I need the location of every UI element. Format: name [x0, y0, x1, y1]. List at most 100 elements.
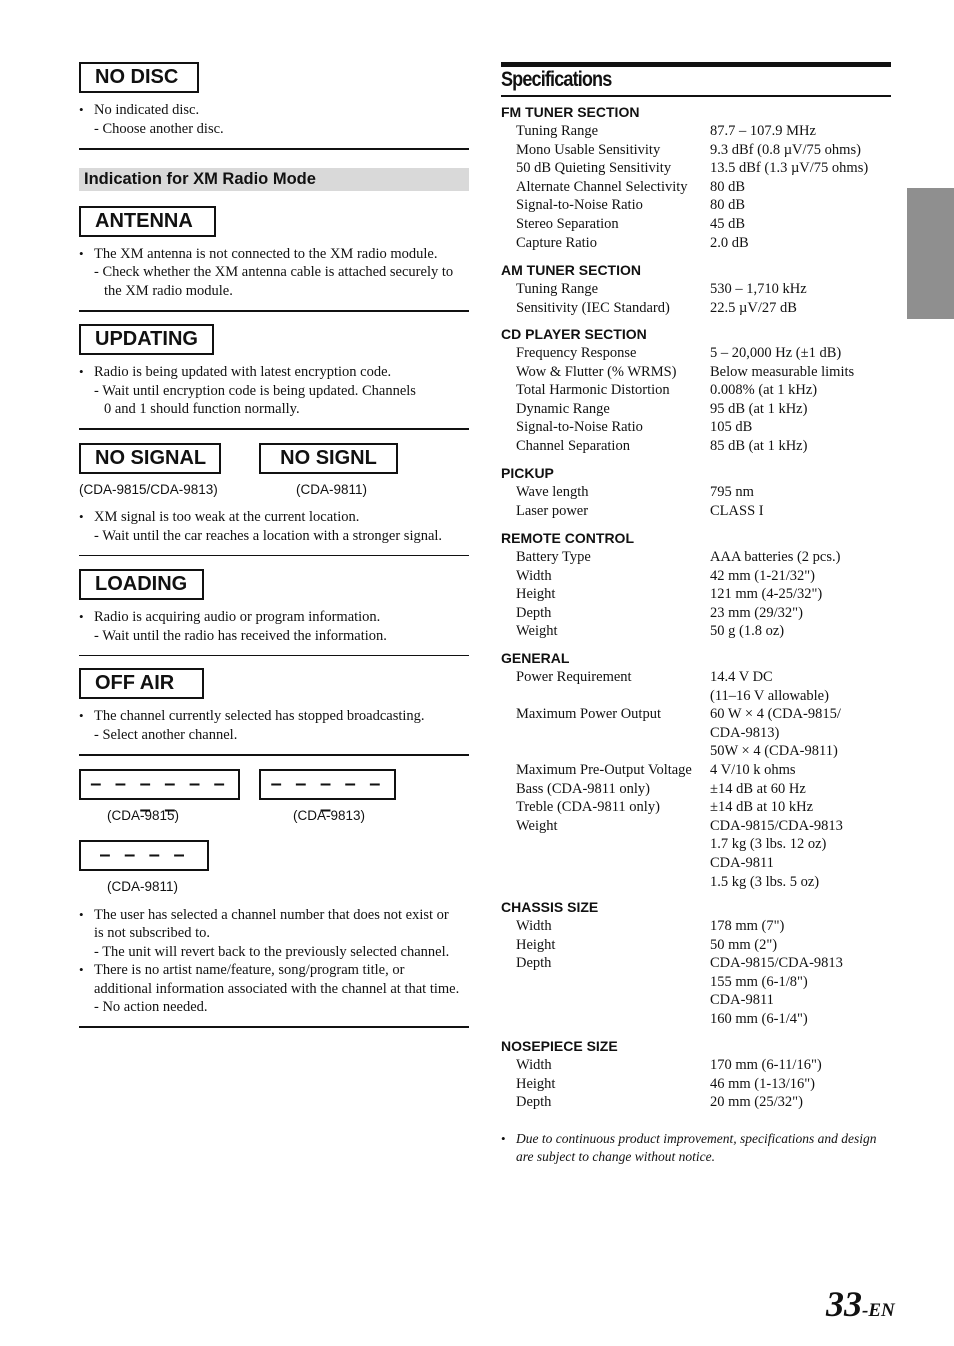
spec-label: Width — [516, 918, 552, 934]
action-text: - The unit will revert back to the previ… — [94, 944, 450, 960]
page-number: 33-EN — [826, 1282, 895, 1333]
display-no-disc: NO DISC — [79, 62, 199, 93]
note-line: are subject to change without notice. — [516, 1148, 715, 1164]
spec-label: Depth — [516, 1094, 552, 1111]
spec-value: 5 – 20,000 Hz (±1 dB) — [710, 345, 842, 361]
spec-label: Maximum Power Output — [516, 706, 661, 723]
spec-label: Tuning Range — [516, 281, 599, 297]
spec-label: Signal-to-Noise Ratio — [516, 419, 643, 436]
spec-section-heading: GENERAL — [501, 650, 570, 666]
display-label: UPDATING — [95, 328, 198, 350]
spec-label: Bass (CDA-9811 only) — [516, 780, 650, 797]
spec-value: 105 dB — [710, 419, 753, 436]
bullet-icon: • — [79, 246, 84, 261]
spec-value: 9.3 dBf (0.8 µV/75 ohms) — [710, 141, 861, 158]
spec-label: Wow & Flutter (% WRMS) — [516, 363, 677, 380]
action-text: - Wait until encryption code is being up… — [94, 383, 416, 399]
display-label: OFF AIR — [95, 672, 175, 694]
spec-value: AAA batteries (2 pcs.) — [710, 549, 841, 565]
spec-value: 50 g (1.8 oz) — [710, 623, 785, 640]
section-divider — [79, 754, 469, 756]
action-text: 0 and 1 should function normally. — [104, 401, 300, 417]
note-line: Due to continuous product improvement, s… — [516, 1131, 877, 1146]
display-dashes-9815: – – – – – – – – — [79, 769, 240, 821]
model-label: (CDA-9813) — [293, 808, 366, 823]
model-label: (CDA-9811) — [296, 482, 368, 497]
display-loading: LOADING — [79, 569, 204, 600]
spec-label: Channel Separation — [516, 438, 630, 454]
action-text: - Wait until the radio has received the … — [94, 628, 387, 644]
spec-value: Below measurable limits — [710, 363, 855, 380]
display-label: NO SIGNAL — [95, 447, 207, 469]
spec-label: Weight — [516, 623, 558, 640]
spec-label: Signal-to-Noise Ratio — [516, 197, 643, 214]
display-dashes-9811: – – – – — [79, 840, 209, 871]
description-text: XM signal is too weak at the current loc… — [94, 509, 360, 525]
spec-value: 22.5 µV/27 dB — [710, 299, 797, 316]
bullet-icon: • — [79, 102, 84, 117]
spec-label: Height — [516, 936, 556, 953]
display-label: – – – – — [99, 844, 189, 866]
spec-value: CDA-9811 — [710, 992, 774, 1009]
spec-label: Laser power — [516, 502, 589, 519]
specifications-title: Specifications — [501, 68, 612, 91]
spec-value: 160 mm (6-1/4") — [710, 1011, 808, 1027]
section-divider — [79, 1026, 469, 1028]
spec-label: Height — [516, 586, 556, 603]
bullet-icon: • — [79, 509, 84, 524]
spec-value: 42 mm (1-21/32") — [710, 567, 815, 584]
spec-section-heading: REMOTE CONTROL — [501, 530, 634, 546]
spec-value: 1.5 kg (3 lbs. 5 oz) — [710, 873, 820, 890]
description-text: additional information associated with t… — [94, 981, 460, 997]
spec-value: 23 mm (29/32") — [710, 604, 803, 621]
model-label: (CDA-9811) — [107, 879, 179, 894]
display-no-signl: NO SIGNL — [259, 443, 398, 474]
display-off-air: OFF AIR — [79, 668, 204, 699]
spec-value: ±14 dB at 10 kHz — [710, 799, 814, 816]
spec-value: 13.5 dBf (1.3 µV/75 ohms) — [710, 160, 869, 177]
spec-label: Total Harmonic Distortion — [516, 382, 670, 399]
spec-value: 80 dB — [710, 178, 746, 195]
description-text: The channel currently selected has stopp… — [94, 708, 425, 724]
spec-section-heading: AM TUNER SECTION — [501, 262, 641, 278]
action-text: - Choose another disc. — [94, 121, 224, 137]
spec-value: 155 mm (6-1/8") — [710, 973, 808, 990]
spec-value: (11–16 V allowable) — [710, 687, 829, 704]
spec-section-heading: NOSEPIECE SIZE — [501, 1038, 618, 1054]
spec-value: 2.0 dB — [710, 234, 749, 251]
spec-value: 14.4 V DC — [710, 669, 773, 685]
spec-label: Depth — [516, 604, 552, 621]
page-language-suffix: -EN — [862, 1300, 895, 1321]
spec-section-heading: PICKUP — [501, 465, 554, 481]
display-label: ANTENNA — [95, 210, 193, 232]
section-divider — [79, 310, 469, 312]
display-label: NO SIGNL — [280, 447, 377, 469]
spec-value: CLASS I — [710, 502, 764, 519]
spec-label: Depth — [516, 955, 552, 972]
spec-value: 20 mm (25/32") — [710, 1094, 803, 1111]
spec-label: Battery Type — [516, 549, 591, 565]
spec-label: 50 dB Quieting Sensitivity — [516, 160, 672, 177]
spec-value: 178 mm (7") — [710, 918, 785, 934]
model-label: (CDA-9815) — [107, 808, 180, 823]
bullet-icon: • — [79, 962, 84, 977]
spec-value: CDA-9815/CDA-9813 — [710, 817, 843, 834]
spec-value: 95 dB (at 1 kHz) — [710, 400, 808, 417]
action-text: - No action needed. — [94, 999, 208, 1015]
spec-value: 50W × 4 (CDA-9811) — [710, 743, 838, 760]
spec-value: CDA-9815/CDA-9813 — [710, 955, 843, 972]
spec-section-heading: CHASSIS SIZE — [501, 899, 599, 915]
spec-value: ±14 dB at 60 Hz — [710, 780, 806, 797]
action-text: - Check whether the XM antenna cable is … — [94, 264, 454, 280]
spec-value: 795 nm — [710, 484, 754, 500]
section-divider — [79, 148, 469, 150]
description-text: There is no artist name/feature, song/pr… — [94, 962, 405, 978]
disclaimer-note: Due to continuous product improvement, s… — [516, 1130, 896, 1165]
spec-value: CDA-9813) — [710, 724, 780, 741]
spec-label: Frequency Response — [516, 345, 637, 361]
spec-value: 121 mm (4-25/32") — [710, 586, 823, 603]
spec-label: Dynamic Range — [516, 400, 610, 417]
description-text: Radio is acquiring audio or program info… — [94, 609, 381, 625]
spec-value: 4 V/10 k ohms — [710, 762, 796, 778]
spec-label: Treble (CDA-9811 only) — [516, 799, 660, 816]
